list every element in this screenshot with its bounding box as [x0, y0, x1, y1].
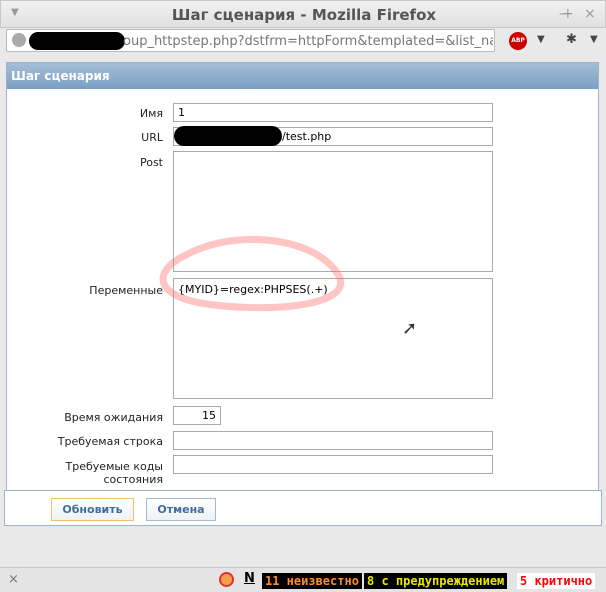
url-label: URL: [141, 131, 163, 144]
button-bar: Обновить Отмена: [4, 490, 602, 526]
timeout-input[interactable]: [173, 406, 221, 425]
n-icon[interactable]: N: [244, 571, 255, 586]
status-codes-label: Требуемые коды состояния: [65, 460, 163, 486]
variables-label: Переменные: [89, 284, 163, 297]
blocked-icon[interactable]: [219, 572, 234, 587]
url-value: /test.php: [282, 130, 332, 143]
globe-icon: [12, 33, 26, 47]
close-addon-bar-button[interactable]: ×: [8, 572, 19, 587]
cancel-button[interactable]: Отмена: [146, 498, 216, 521]
name-input[interactable]: [173, 103, 493, 122]
required-string-label: Требуемая строка: [57, 435, 163, 448]
title-bar: ▼ Шаг сценария - Mozilla Firefox – + ×: [0, 0, 606, 28]
status-codes-input[interactable]: [173, 455, 493, 474]
url-bar[interactable]: oup_httpstep.php?dstfrm=httpForm&templat…: [6, 29, 495, 52]
extension-dropdown-icon[interactable]: ▼: [590, 34, 598, 45]
highlight-scribble: [159, 235, 345, 312]
url-input[interactable]: /test.php: [173, 126, 493, 146]
window-title: Шаг сценария - Mozilla Firefox: [171, 6, 437, 24]
required-string-input[interactable]: [173, 431, 493, 450]
post-label: Post: [139, 156, 163, 169]
adblock-icon[interactable]: ABP: [509, 32, 527, 50]
redacted-url-part: [174, 126, 282, 146]
adblock-dropdown-icon[interactable]: ▼: [537, 34, 545, 45]
status-bar: × N 11 неизвестно 8 с предупреждением 5 …: [0, 567, 606, 592]
timeout-label: Время ожидания: [64, 411, 163, 424]
unknown-count-badge[interactable]: 11 неизвестно: [262, 573, 362, 589]
name-label: Имя: [139, 107, 163, 120]
mouse-cursor-icon: ➚: [402, 318, 418, 339]
warning-count-badge[interactable]: 8 с предупреждением: [364, 573, 508, 589]
update-button[interactable]: Обновить: [51, 498, 134, 521]
url-text[interactable]: oup_httpstep.php?dstfrm=httpForm&templat…: [123, 34, 493, 49]
maximize-button[interactable]: +: [562, 6, 574, 22]
extension-icon[interactable]: ✱: [566, 32, 577, 47]
panel-title: Шаг сценария: [7, 63, 598, 89]
close-window-button[interactable]: ×: [584, 6, 596, 22]
critical-count-badge[interactable]: 5 критично: [517, 573, 596, 589]
redacted-url-part: [29, 32, 125, 50]
